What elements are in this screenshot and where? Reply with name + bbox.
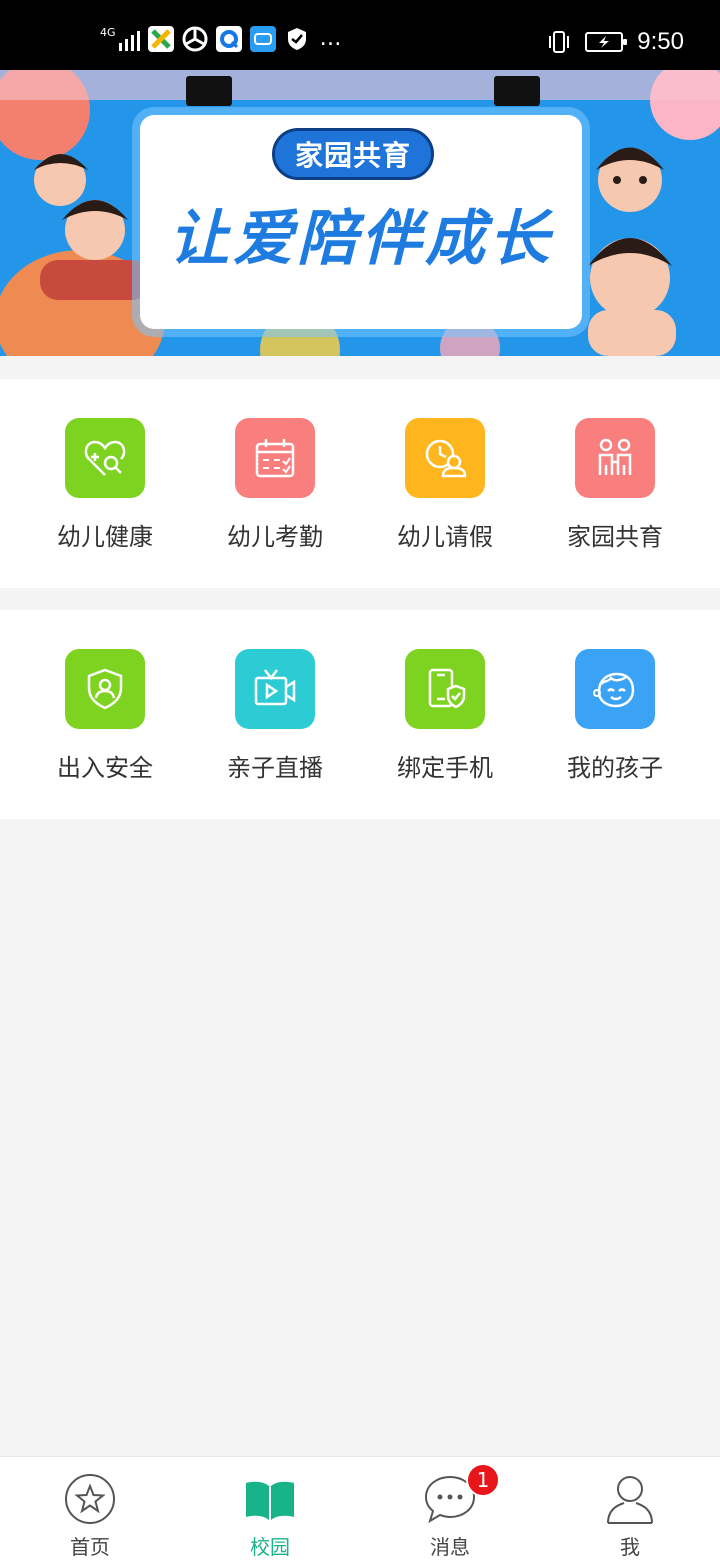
app-shield-icon: [284, 26, 310, 52]
app-x-icon: [147, 26, 174, 52]
tab-campus[interactable]: 校园: [180, 1457, 360, 1560]
tab-home[interactable]: 首页: [0, 1457, 180, 1560]
feature-label: 亲子直播: [227, 754, 323, 782]
calendar-check-icon: [235, 418, 315, 498]
feature-label: 出入安全: [57, 754, 153, 782]
tab-messages[interactable]: 1 消息: [360, 1457, 540, 1560]
bottom-tab-bar: 首页 校园 1 消息 我: [0, 1456, 720, 1560]
signal-icon: 4G: [100, 27, 140, 51]
clock: 9:50: [637, 28, 684, 55]
tab-label: 消息: [430, 1535, 470, 1559]
feature-label: 幼儿健康: [57, 523, 153, 551]
parent-child-icon: [575, 418, 655, 498]
phone-shield-icon: [405, 649, 485, 729]
feature-my-child[interactable]: 我的孩子: [530, 610, 700, 819]
app-cloud-icon: [249, 26, 276, 52]
banner-tag: 家园共育: [272, 128, 434, 180]
battery-icon: [585, 32, 628, 52]
feature-child-leave[interactable]: 幼儿请假: [360, 379, 530, 588]
person-icon: [604, 1473, 656, 1525]
promo-banner[interactable]: 家园共育 让爱陪伴成长: [0, 70, 720, 356]
feature-bind-phone[interactable]: 绑定手机: [360, 610, 530, 819]
feature-entry-safety[interactable]: 出入安全: [20, 610, 190, 819]
feature-label: 家园共育: [567, 523, 663, 551]
app-q-icon: [215, 26, 242, 52]
feature-card-1: 幼儿健康 幼儿考勤 幼儿请假 家园共育: [0, 379, 720, 588]
feature-label: 绑定手机: [397, 754, 493, 782]
feature-live-stream[interactable]: 亲子直播: [190, 610, 360, 819]
unread-badge: 1: [466, 1463, 500, 1497]
vibrate-icon: [547, 31, 571, 53]
tab-label: 首页: [70, 1535, 110, 1559]
child-face-icon: [575, 649, 655, 729]
feature-card-2: 出入安全 亲子直播 绑定手机 我的孩子: [0, 610, 720, 819]
tab-label: 校园: [250, 1535, 290, 1559]
star-circle-icon: [64, 1473, 116, 1525]
clock-person-icon: [405, 418, 485, 498]
feature-child-health[interactable]: 幼儿健康: [20, 379, 190, 588]
tab-label: 我: [620, 1535, 640, 1559]
feature-label: 幼儿请假: [397, 523, 493, 551]
feature-home-school[interactable]: 家园共育: [530, 379, 700, 588]
feature-child-attendance[interactable]: 幼儿考勤: [190, 379, 360, 588]
more-notifications-icon: …: [319, 26, 342, 51]
feature-label: 幼儿考勤: [227, 523, 323, 551]
tab-me[interactable]: 我: [540, 1457, 720, 1560]
feature-label: 我的孩子: [567, 754, 663, 782]
network-type: 4G: [100, 26, 116, 39]
open-book-icon: [244, 1473, 296, 1525]
status-bar: 4G … 9:50: [0, 0, 720, 70]
app-aperture-icon: [182, 26, 208, 52]
banner-slogan: 让爱陪伴成长: [169, 204, 553, 274]
heart-search-icon: [65, 418, 145, 498]
tv-play-icon: [235, 649, 315, 729]
status-right: 9:50: [547, 28, 684, 56]
status-left: 4G …: [100, 26, 342, 52]
shield-user-icon: [65, 649, 145, 729]
